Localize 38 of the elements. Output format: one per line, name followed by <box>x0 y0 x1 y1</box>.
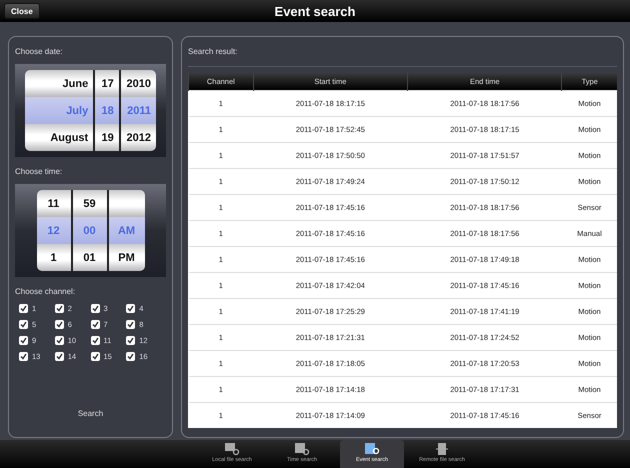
checkbox[interactable] <box>90 320 100 329</box>
checkbox[interactable] <box>126 320 136 329</box>
checkbox[interactable] <box>90 336 100 345</box>
grid-magnifier-icon <box>294 442 310 456</box>
picker-item[interactable]: June <box>25 70 96 97</box>
checkbox[interactable] <box>54 336 64 345</box>
picker-item[interactable]: 17 <box>95 70 121 97</box>
window-title: Event search <box>274 4 356 18</box>
checkbox[interactable] <box>54 320 64 329</box>
picker-item[interactable]: 2010 <box>120 70 156 97</box>
box-magnifier-icon <box>364 442 380 456</box>
checkbox[interactable] <box>126 304 136 313</box>
checkbox[interactable] <box>90 304 100 313</box>
checkbox[interactable] <box>54 304 64 313</box>
picker-item[interactable]: PM <box>108 244 144 271</box>
checkbox[interactable] <box>19 320 28 329</box>
section-label: Choose channel: <box>15 287 76 296</box>
server-icon <box>434 442 450 456</box>
picker-item[interactable]: 11 <box>36 190 72 217</box>
section-label: Choose date: <box>15 47 64 56</box>
checkbox[interactable] <box>126 336 136 345</box>
picker-item[interactable]: 01 <box>72 244 108 271</box>
close-button[interactable]: Close <box>4 3 40 19</box>
checkbox[interactable] <box>126 352 136 361</box>
picker-item[interactable]: August <box>25 124 96 151</box>
checkbox[interactable] <box>90 352 100 361</box>
section-label: Search result: <box>188 47 238 56</box>
picker-item[interactable]: 59 <box>72 190 108 217</box>
section-label: Choose time: <box>15 167 64 176</box>
picker-item[interactable]: 1 <box>36 244 72 271</box>
checkbox[interactable] <box>19 352 28 361</box>
picker-item[interactable]: 19 <box>95 124 121 151</box>
monitor-magnifier-icon <box>224 442 240 456</box>
search-button[interactable]: Search <box>72 408 110 419</box>
checkbox[interactable] <box>54 352 64 361</box>
checkbox[interactable] <box>19 304 28 313</box>
checkbox[interactable] <box>19 336 28 345</box>
picker-item[interactable]: 2012 <box>120 124 156 151</box>
